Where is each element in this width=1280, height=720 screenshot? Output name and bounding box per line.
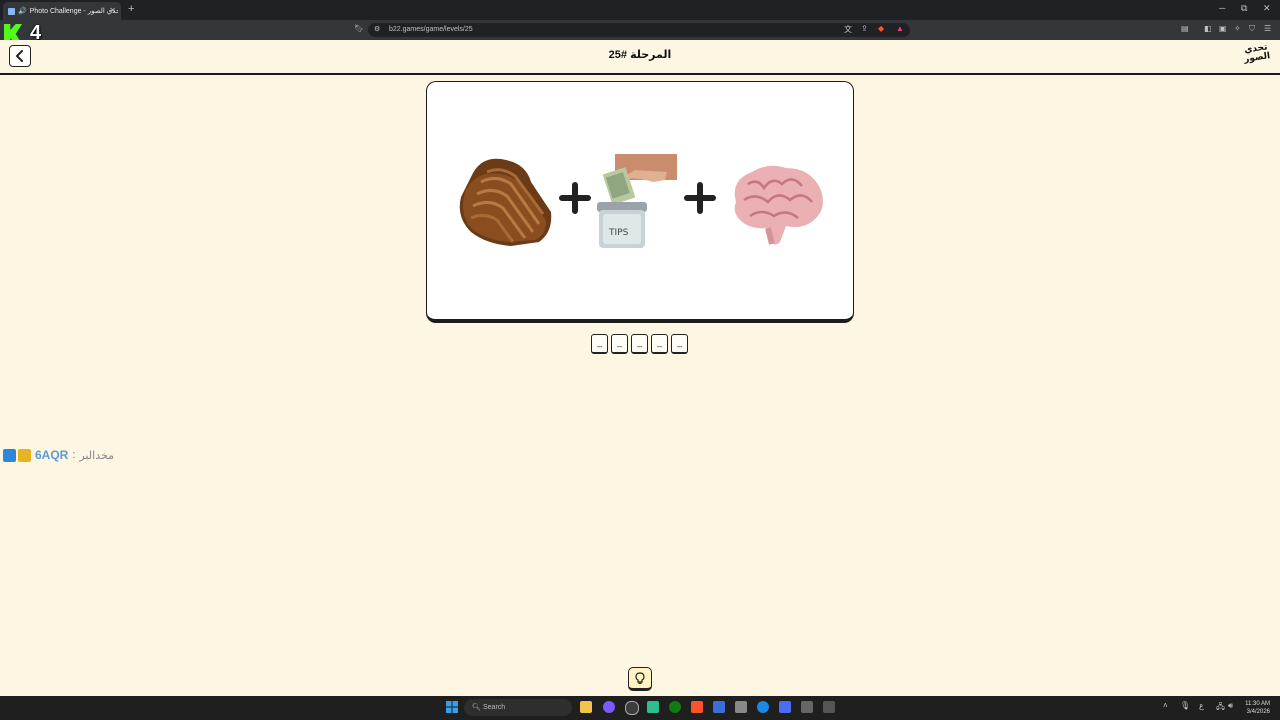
- windows-start-icon[interactable]: [446, 701, 458, 713]
- bookmark-icon[interactable]: 🔖︎: [354, 24, 364, 33]
- search-icon: 🔍︎: [472, 704, 481, 711]
- lightbulb-icon: [635, 672, 645, 684]
- url-text: b22.games/game/levels/25: [389, 26, 473, 33]
- taskbar-clock[interactable]: 11:30 AM 3/4/2026: [1245, 700, 1270, 716]
- language-indicator[interactable]: ع: [1199, 701, 1204, 710]
- clock-date: 3/4/2026: [1246, 709, 1270, 715]
- taskbar-search[interactable]: 🔍︎ Search: [464, 699, 572, 716]
- site-info-icon[interactable]: ⚙︎: [374, 23, 380, 37]
- tips-jar-image: TIPS: [597, 154, 677, 248]
- game-logo[interactable]: تحدي الصور: [1242, 42, 1271, 71]
- reader-mode-icon[interactable]: ▤: [1181, 24, 1189, 33]
- defender-icon[interactable]: [713, 701, 725, 713]
- wallet-icon[interactable]: ▣: [1219, 24, 1227, 33]
- chat-text: مخدالبر: [79, 449, 114, 462]
- menu-icon[interactable]: ☰: [1264, 24, 1271, 33]
- browser-tab-bar: 🔊 Photo Challenge - تحدي الصور ✕ + ─ ⧉ ✕: [0, 0, 1280, 20]
- new-tab-button[interactable]: +: [128, 3, 134, 15]
- windows-taskbar: 🔍︎ Search ˄ 🎙︎ ع 🖧︎ 🔊︎ 11:30 AM 3/4/2026: [0, 696, 1280, 720]
- app-icon[interactable]: [801, 701, 813, 713]
- brave-browser-icon[interactable]: [691, 701, 703, 713]
- xbox-icon[interactable]: [669, 701, 681, 713]
- address-toolbar: 🔖︎ ⚙︎ b22.games/game/levels/25 文 ⇪ ◆ ▲ ▤…: [0, 20, 1280, 40]
- game-header: المرحلة #25 تحدي الصور: [0, 40, 1280, 75]
- crown-badge-icon: [18, 448, 31, 462]
- chat-message: 6AQR : مخدالبر: [3, 448, 114, 462]
- level-title: المرحلة #25: [608, 49, 672, 61]
- answer-slot[interactable]: _: [651, 334, 668, 354]
- brave-shield-icon[interactable]: ◆: [878, 24, 884, 33]
- obs-icon[interactable]: [625, 701, 639, 715]
- tab-close-icon[interactable]: ✕: [109, 6, 116, 15]
- puzzle-card: TIPS: [426, 81, 854, 323]
- back-button[interactable]: [9, 45, 31, 67]
- speaker-icon[interactable]: 🔊: [18, 7, 27, 15]
- bread-image: [459, 158, 552, 246]
- chevron-left-icon: [16, 50, 23, 62]
- answer-slot[interactable]: _: [611, 334, 628, 354]
- share-icon[interactable]: ⇪: [861, 24, 868, 33]
- browser-tab[interactable]: 🔊 Photo Challenge - تحدي الصور ✕: [3, 2, 121, 20]
- chevron-up-icon[interactable]: ˄: [1163, 701, 1168, 710]
- answer-slot[interactable]: _: [671, 334, 688, 354]
- answer-slot[interactable]: _: [591, 334, 608, 354]
- app-icon[interactable]: [823, 701, 835, 713]
- vpn-icon[interactable]: ⛉: [1249, 24, 1255, 34]
- discord-icon[interactable]: [603, 701, 615, 713]
- tab-title: Photo Challenge - تحدي الصور: [29, 8, 118, 15]
- url-field[interactable]: ⚙︎ b22.games/game/levels/25: [368, 23, 910, 37]
- app-icon[interactable]: [735, 701, 747, 713]
- app-icon[interactable]: [647, 701, 659, 713]
- hint-button[interactable]: [628, 667, 652, 691]
- clock-time: 11:30 AM: [1245, 701, 1270, 707]
- translate-icon[interactable]: 文: [844, 24, 852, 35]
- chat-username: 6AQR: [35, 448, 69, 462]
- brave-rewards-icon[interactable]: ▲: [896, 24, 904, 33]
- microphone-icon[interactable]: 🎙︎: [1180, 701, 1190, 710]
- answer-slot[interactable]: _: [631, 334, 648, 354]
- volume-icon[interactable]: 🔊︎: [1228, 701, 1233, 711]
- edge-icon[interactable]: [757, 701, 769, 713]
- plus-icon: [684, 182, 716, 214]
- brain-image: [734, 165, 823, 245]
- restore-button[interactable]: ⧉: [1241, 3, 1247, 14]
- svg-text:TIPS: TIPS: [608, 228, 629, 238]
- sidebar-icon[interactable]: ◧: [1204, 24, 1212, 33]
- search-label: Search: [483, 704, 506, 711]
- network-icon[interactable]: 🖧︎: [1216, 701, 1225, 715]
- close-window-button[interactable]: ✕: [1263, 3, 1271, 14]
- site-favicon-icon: [8, 7, 15, 15]
- minimize-button[interactable]: ─: [1219, 3, 1225, 13]
- badge-icon: [3, 448, 16, 462]
- leo-ai-icon[interactable]: ✧: [1234, 24, 1241, 33]
- app-icon[interactable]: [779, 701, 791, 713]
- answer-slots: _ _ _ _ _: [591, 334, 688, 354]
- file-explorer-icon[interactable]: [580, 701, 592, 713]
- chat-separator: :: [72, 449, 76, 461]
- plus-icon: [559, 182, 591, 214]
